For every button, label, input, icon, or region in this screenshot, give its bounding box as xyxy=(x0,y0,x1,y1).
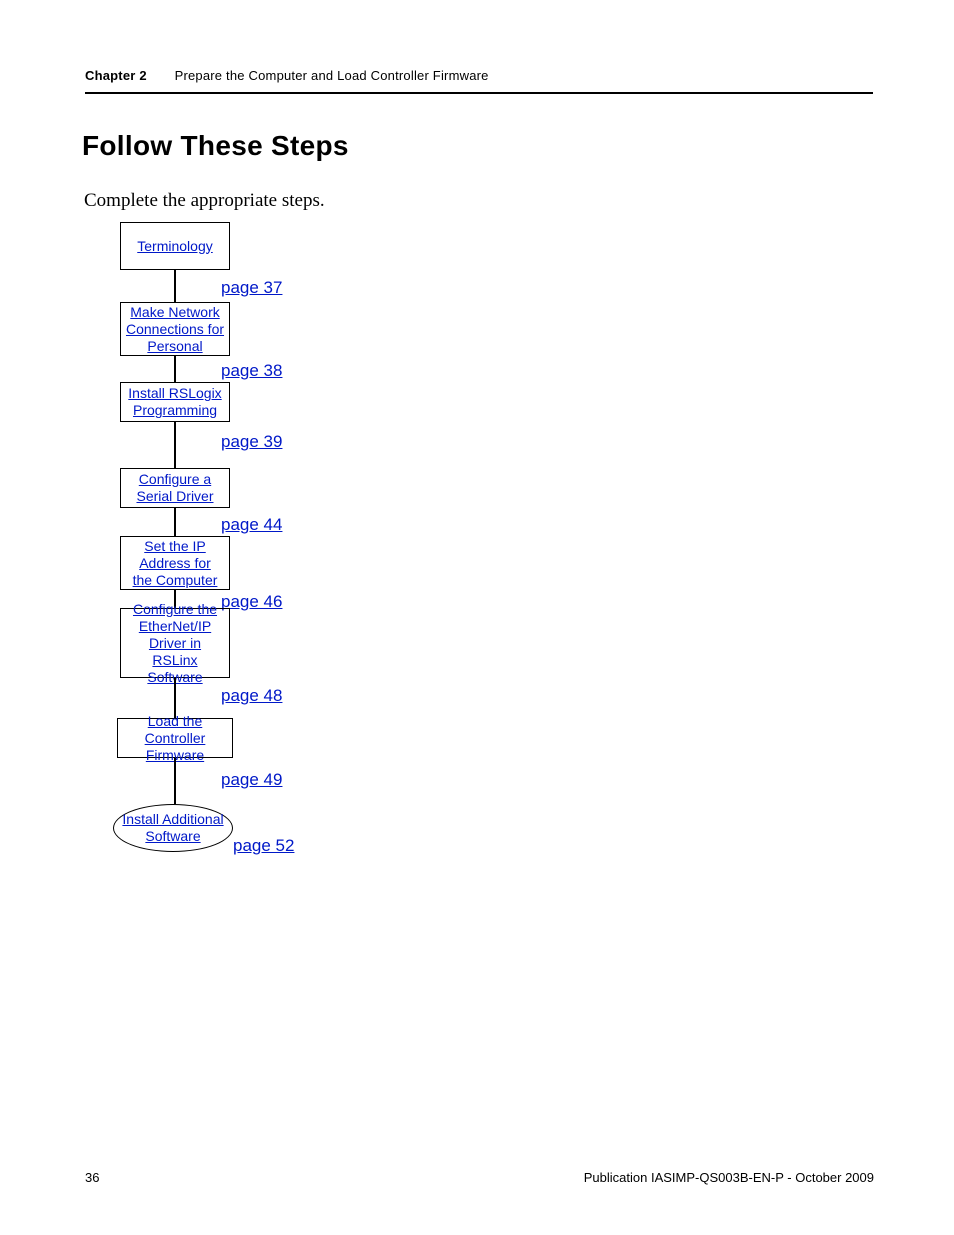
flow-connector xyxy=(174,356,176,382)
page-ref[interactable]: page 37 xyxy=(221,278,282,298)
flow-node-label: Software xyxy=(145,828,200,845)
page-ref[interactable]: page 39 xyxy=(221,432,282,452)
flow-node-label: Make Network xyxy=(130,304,219,321)
header-rule xyxy=(85,92,873,94)
flow-node-label: Set the IP xyxy=(144,538,205,555)
page-ref[interactable]: page 44 xyxy=(221,515,282,535)
chapter-label: Chapter 2 xyxy=(85,68,147,83)
flow-node-label: EtherNet/IP xyxy=(139,618,211,635)
flow-node-label: the Computer xyxy=(133,572,218,589)
page-ref[interactable]: page 38 xyxy=(221,361,282,381)
flow-node-label: Terminology xyxy=(137,238,212,255)
chapter-title: Prepare the Computer and Load Controller… xyxy=(175,68,489,83)
flow-node-label: Programming xyxy=(133,402,217,419)
flow-node-label: Connections for xyxy=(126,321,224,338)
flow-node-label: Configure the xyxy=(133,601,217,618)
section-heading: Follow These Steps xyxy=(82,130,349,162)
flow-connector xyxy=(174,422,176,468)
flow-node-configure-serial[interactable]: Configure a Serial Driver xyxy=(120,468,230,508)
flow-node-terminology[interactable]: Terminology xyxy=(120,222,230,270)
flow-node-make-network[interactable]: Make Network Connections for Personal xyxy=(120,302,230,356)
flow-node-install-additional[interactable]: Install Additional Software xyxy=(113,804,233,852)
flow-connector xyxy=(174,270,176,302)
page-ref[interactable]: page 52 xyxy=(233,836,294,856)
flow-node-install-rslogix[interactable]: Install RSLogix Programming xyxy=(120,382,230,422)
flow-node-label: Address for xyxy=(139,555,211,572)
flow-connector xyxy=(174,758,176,804)
publication-ref: Publication IASIMP-QS003B-EN-P - October… xyxy=(584,1170,874,1185)
flow-connector xyxy=(174,508,176,536)
running-header: Chapter 2 Prepare the Computer and Load … xyxy=(85,68,489,83)
flow-node-label: Install Additional xyxy=(122,811,223,828)
flow-node-label: Configure a xyxy=(139,471,211,488)
page-ref[interactable]: page 48 xyxy=(221,686,282,706)
page-number: 36 xyxy=(85,1170,99,1185)
flow-node-label: Driver in RSLinx xyxy=(125,635,225,669)
flow-node-load-firmware[interactable]: Load the Controller Firmware xyxy=(117,718,233,758)
flow-node-set-ip[interactable]: Set the IP Address for the Computer xyxy=(120,536,230,590)
flow-node-label: Load the Controller xyxy=(122,713,228,747)
page-ref[interactable]: page 46 xyxy=(221,592,282,612)
flow-node-label: Install RSLogix xyxy=(128,385,221,402)
flow-node-label: Personal xyxy=(147,338,202,355)
flow-node-configure-ethernet[interactable]: Configure the EtherNet/IP Driver in RSLi… xyxy=(120,608,230,678)
intro-text: Complete the appropriate steps. xyxy=(84,190,325,212)
flow-node-label: Serial Driver xyxy=(136,488,213,505)
page-ref[interactable]: page 49 xyxy=(221,770,282,790)
